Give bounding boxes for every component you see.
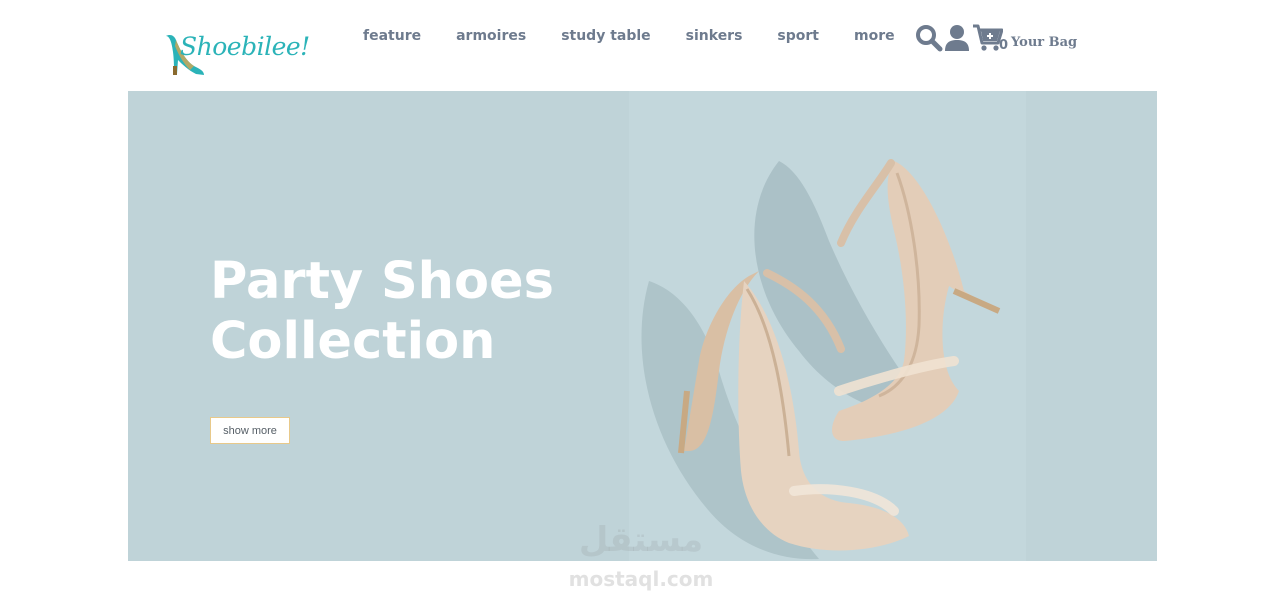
hero-title: Party Shoes Collection [210, 252, 630, 372]
brand-name: Shoebilee! [180, 32, 310, 61]
nav-item-armoires[interactable]: armoires [456, 28, 526, 44]
watermark-latin: mostaql.com [568, 567, 714, 591]
user-icon[interactable] [945, 24, 969, 52]
hero-title-line-1: Party Shoes [210, 252, 554, 311]
nav-item-feature[interactable]: feature [363, 28, 421, 44]
brand-logo[interactable]: Shoebilee! [160, 26, 310, 78]
nav-item-study-table[interactable]: study table [561, 28, 650, 44]
main-nav: feature armoires study table sinkers spo… [363, 28, 930, 44]
site-header: Shoebilee! feature armoires study table … [0, 0, 1280, 91]
hero-banner: Party Shoes Collection show more [128, 91, 1157, 561]
cart-count-badge: 0 [999, 38, 1009, 53]
hero-shoe-image [629, 91, 1026, 561]
show-more-button[interactable]: show more [210, 417, 290, 444]
nav-item-sinkers[interactable]: sinkers [686, 28, 743, 44]
search-icon[interactable] [915, 24, 943, 52]
nav-item-more[interactable]: more [854, 28, 895, 44]
watermark-arabic: مستقل [578, 520, 704, 560]
your-bag-link[interactable]: Your Bag [1011, 35, 1077, 50]
nav-item-sport[interactable]: sport [777, 28, 819, 44]
hero-title-line-2: Collection [210, 312, 496, 371]
